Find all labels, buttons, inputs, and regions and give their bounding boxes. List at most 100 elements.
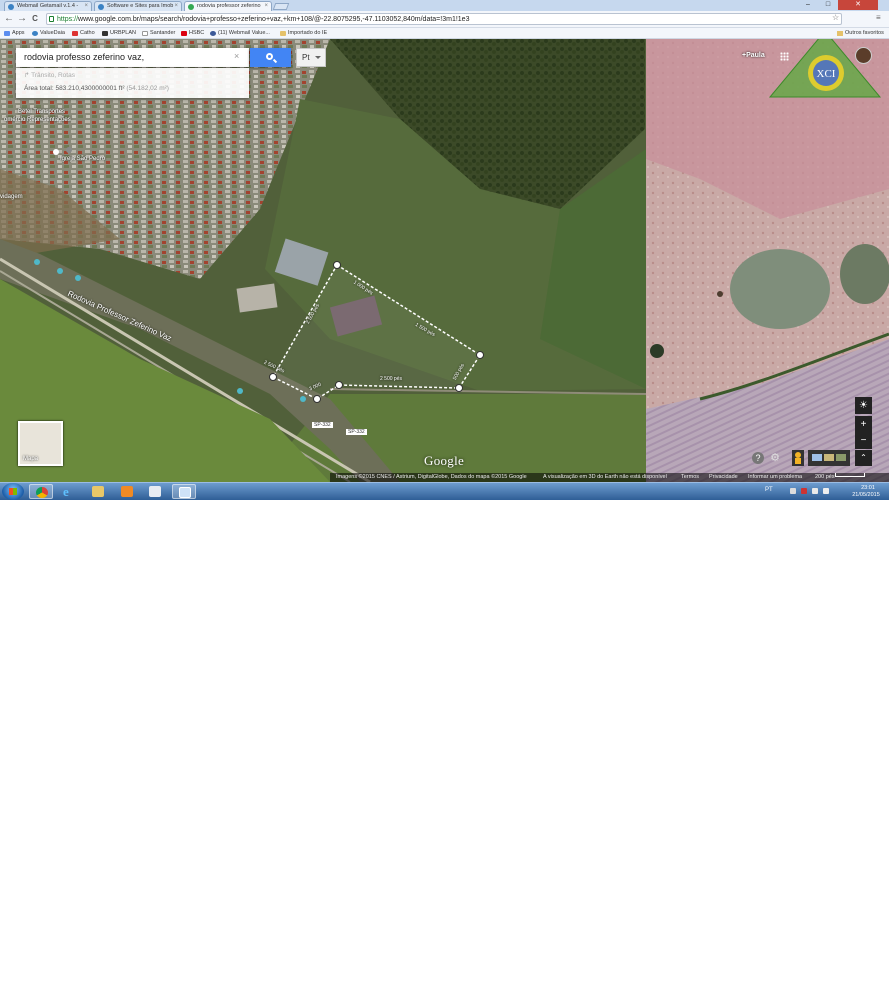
document-icon [149, 486, 161, 497]
lock-icon [49, 16, 54, 22]
menu-icon[interactable]: ≡ [876, 13, 881, 22]
place-label[interactable]: omércio Representações [4, 117, 71, 123]
imagery-carousel[interactable] [808, 450, 850, 466]
map-view-toggle[interactable]: Mapa [18, 421, 63, 466]
media-player-icon [121, 486, 133, 497]
start-button[interactable] [2, 483, 24, 500]
imagery-thumb[interactable] [836, 454, 846, 461]
scale-bar [835, 473, 865, 477]
bookmark-other-folder[interactable]: Outros favoritos [836, 28, 884, 39]
maps-favicon-icon [188, 4, 194, 10]
bookmark-label: HSBC [189, 30, 205, 36]
url-scheme: https:// [57, 16, 79, 23]
reload-button[interactable]: C [30, 14, 40, 24]
tab-label: Webmail Getamail v.1.4 - [17, 3, 79, 9]
bookmark-apps[interactable]: Apps [3, 28, 25, 39]
webmail-favicon-icon [8, 4, 14, 10]
picture-icon [179, 487, 191, 498]
maximize-button[interactable]: □ [818, 0, 838, 10]
taskbar-document[interactable] [143, 484, 167, 499]
zoom-out-button[interactable]: − [855, 432, 872, 449]
measure-vertex [269, 373, 277, 381]
map-pin [300, 396, 306, 402]
area-label: Área total: [24, 85, 54, 92]
flag-icon[interactable] [801, 488, 807, 494]
tab-software[interactable]: Software e Sites para Imob × [94, 1, 182, 11]
bookmark-facebook-webmail[interactable]: (11) Webmail Value... [209, 28, 270, 39]
traffic-directions-link[interactable]: ↱ Trânsito, Rotas [24, 71, 75, 79]
bookmark-hsbc[interactable]: HSBC [180, 28, 204, 39]
address-bar[interactable]: https://www.google.com.br/maps/search/ro… [46, 13, 842, 25]
clear-search-icon[interactable]: × [234, 51, 239, 61]
chrome-icon [36, 487, 48, 498]
close-tab-icon[interactable]: × [264, 2, 268, 11]
bookmark-star-icon[interactable]: ☆ [832, 13, 839, 22]
page-icon [142, 31, 148, 36]
apps-grid-icon [4, 31, 10, 36]
terms-link[interactable]: Termos [681, 473, 699, 482]
taskbar-picture[interactable] [172, 484, 196, 499]
tab-google-maps[interactable]: rodovia professor zeferino × [184, 1, 272, 11]
imagery-thumb[interactable] [824, 454, 834, 461]
scale-label[interactable]: 200 pés [815, 473, 835, 482]
measure-label: 2 500 pés [380, 376, 402, 382]
catho-icon [72, 31, 78, 36]
help-icon[interactable]: ? [752, 452, 764, 464]
bookmark-valuedaia[interactable]: ValueDaia [31, 28, 65, 39]
folder-icon [280, 31, 286, 36]
place-label[interactable]: vidagem [0, 194, 23, 200]
place-label[interactable]: Igreja São Pedro [60, 156, 105, 162]
highway-shield: SP-332 [312, 422, 333, 428]
back-button[interactable]: ← [4, 14, 14, 24]
bookmark-label: Importado do IE [288, 30, 328, 36]
close-window-button[interactable]: ✕ [838, 0, 878, 10]
gear-icon[interactable]: ⚙ [769, 452, 781, 464]
bookmark-santander[interactable]: Santander [141, 28, 175, 39]
bookmark-urbplan[interactable]: URBPLAN [101, 28, 136, 39]
bookmark-folder-ie[interactable]: Importado do IE [279, 28, 327, 39]
minimize-button[interactable]: – [798, 0, 818, 10]
close-tab-icon[interactable]: × [174, 2, 178, 11]
forward-button[interactable]: → [17, 14, 27, 24]
zoom-in-button[interactable]: + [855, 416, 872, 433]
taskbar-explorer[interactable] [86, 484, 110, 499]
privacy-link[interactable]: Privacidade [709, 473, 738, 482]
facebook-icon [210, 31, 216, 36]
language-indicator[interactable]: PT [765, 487, 773, 493]
report-problem-link[interactable]: Informar um problema [748, 473, 802, 482]
search-box[interactable]: rodovia professo zeferino vaz, × [16, 48, 249, 67]
imagery-thumb[interactable] [812, 454, 822, 461]
volume-icon[interactable] [823, 488, 829, 494]
tray-icon[interactable] [790, 488, 796, 494]
screenshot: Webmail Getamail v.1.4 - × Software e Si… [0, 0, 889, 500]
compass-button[interactable]: ☀ [855, 397, 872, 414]
clock-date[interactable]: 21/05/2015 [848, 492, 884, 498]
urbplan-icon [102, 31, 108, 36]
tab-label: Software e Sites para Imob [107, 3, 174, 9]
new-tab-icon[interactable] [272, 3, 290, 10]
search-input[interactable]: rodovia professo zeferino vaz, [24, 52, 144, 62]
browser-toolbar: ← → C https://www.google.com.br/maps/sea… [0, 11, 889, 28]
chevron-down-icon [315, 56, 321, 59]
satellite-map[interactable]: Betel Transportes omércio Representações… [0, 39, 889, 482]
pegman-icon[interactable] [792, 450, 804, 466]
clock-time[interactable]: 23:01 [853, 485, 883, 491]
place-label[interactable]: Betel Transportes [18, 109, 65, 115]
bookmark-label: Apps [12, 30, 25, 36]
language-select[interactable]: Pt [296, 48, 326, 67]
network-icon[interactable] [812, 488, 818, 494]
area-total: Área total: 583.210,4300000001 ft² (54.1… [24, 85, 169, 92]
search-button[interactable] [250, 48, 291, 67]
bookmark-catho[interactable]: Catho [71, 28, 95, 39]
tab-strip: Webmail Getamail v.1.4 - × Software e Si… [0, 0, 889, 11]
area-value: 583.210,4300000001 ft² [55, 85, 125, 92]
measure-vertex [335, 381, 343, 389]
expand-icon[interactable]: ⌃ [855, 450, 872, 466]
taskbar-chrome[interactable] [29, 484, 53, 499]
tab-webmail[interactable]: Webmail Getamail v.1.4 - × [4, 1, 92, 11]
close-tab-icon[interactable]: × [84, 2, 88, 11]
user-profile-link[interactable]: +Paula [742, 52, 765, 59]
taskbar-ie[interactable]: e [57, 484, 81, 499]
search-icon [266, 53, 273, 60]
taskbar-media[interactable] [115, 484, 139, 499]
